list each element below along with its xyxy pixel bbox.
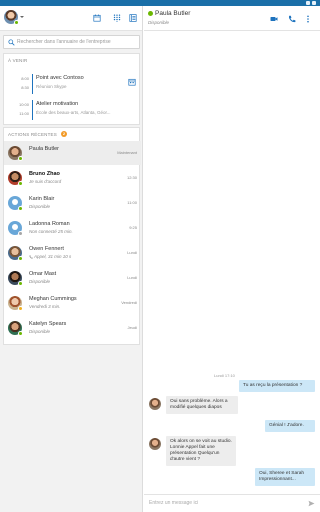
presence-dot <box>148 11 153 16</box>
meeting-end: 11:00 <box>19 111 29 116</box>
more-options-icon[interactable] <box>304 15 312 23</box>
message-incoming: Oui sans problème. Alors a modifié quelq… <box>166 396 238 414</box>
contact-row[interactable]: Paula Butler Maintenant <box>4 141 141 165</box>
meeting-start: 10:00 <box>18 102 29 107</box>
presence-dot <box>18 206 23 211</box>
contact-row[interactable]: Omar Mast Disponible Lundi <box>4 266 141 290</box>
meeting-item[interactable]: 8:00 8:30 Point avec Contoso Réunion Sky… <box>4 72 141 96</box>
directory-search[interactable]: Rechercher dans l'annuaire de l'entrepri… <box>3 35 140 49</box>
search-icon <box>8 39 15 46</box>
contact-subtitle: Disponible <box>29 329 51 334</box>
contact-name: Meghan Cummings <box>29 296 77 302</box>
upcoming-card: À VENIR 8:00 8:30 Point avec Contoso Réu… <box>3 53 140 125</box>
contact-name: Ladonna Roman <box>29 221 70 227</box>
left-pane: Rechercher dans l'annuaire de l'entrepri… <box>0 6 143 512</box>
presence-dot <box>18 331 23 336</box>
recent-activity-card: ACTIONS RÉCENTES 2 Paula Butler Maintena… <box>3 127 141 345</box>
contact-name: Paula Butler <box>29 146 59 152</box>
battery-icon <box>312 1 316 5</box>
contact-name: Katelyn Spears <box>29 321 67 327</box>
message-outgoing: Tu as reçu la présentation ? <box>239 380 315 392</box>
contact-subtitle: Disponible <box>29 279 51 284</box>
meeting-times: 10:00 11:00 <box>9 100 29 118</box>
phone-call-icon[interactable] <box>288 15 296 23</box>
contact-row[interactable]: Bruno Zhao Je suis d'accord 12:30 <box>4 166 141 190</box>
contact-time: Lundi <box>127 250 137 255</box>
message-outgoing: Génial ! J'adore. <box>265 420 315 432</box>
contact-row[interactable]: Ladonna Roman Non connecté 25 min. 9:25 <box>4 216 141 240</box>
contact-name: Bruno Zhao <box>29 171 60 177</box>
calendar-icon[interactable] <box>93 14 101 22</box>
meeting-subtitle: Réunion Skype <box>36 84 67 89</box>
meeting-end: 8:30 <box>21 85 29 90</box>
wifi-icon <box>306 1 310 5</box>
contact-name: Omar Mast <box>29 271 57 277</box>
contact-time: 12:30 <box>126 175 137 180</box>
message-input[interactable]: Entrez un message ici <box>149 500 198 506</box>
presence-dot <box>18 306 23 311</box>
left-header <box>0 6 142 31</box>
meeting-times: 8:00 8:30 <box>9 74 29 92</box>
presence-dot <box>18 256 23 261</box>
compose-bar: Entrez un message ici <box>144 494 320 512</box>
message-list: Lundi 17:10 Tu as reçu la présentation ?… <box>144 32 320 494</box>
phone-icon <box>29 254 33 259</box>
contacts-icon[interactable] <box>129 14 137 22</box>
meeting-title: Atelier motivation <box>36 101 79 107</box>
contact-row[interactable]: Karin Blair Disponible 11:00 <box>4 191 141 215</box>
section-title-recent: ACTIONS RÉCENTES <box>8 132 57 137</box>
contact-time: Vendredi <box>121 300 137 305</box>
contact-name: Owen Fennert <box>29 246 64 252</box>
contact-time: Jeudi <box>127 325 137 330</box>
dialpad-icon[interactable] <box>113 14 121 22</box>
sender-avatar <box>149 438 161 450</box>
contact-time: 9:25 <box>129 225 137 230</box>
meeting-title: Point avec Contoso <box>36 75 84 81</box>
contact-time: 11:00 <box>127 200 137 205</box>
recent-title-row: ACTIONS RÉCENTES 2 <box>4 128 139 138</box>
conversation-contact-name[interactable]: Paula Butler <box>155 10 190 17</box>
section-title-upcoming: À VENIR <box>8 58 28 63</box>
meeting-start: 8:00 <box>21 76 29 81</box>
calendar-icon[interactable] <box>128 78 136 86</box>
contact-row[interactable]: Owen Fennert Appel, 31 min 10 s Lundi <box>4 241 141 265</box>
chevron-down-icon[interactable] <box>20 16 24 18</box>
contact-row[interactable]: Meghan Cummings Vendredi 3 min. Vendredi <box>4 291 141 315</box>
contact-subtitle: Appel, 31 min 10 s <box>29 254 71 259</box>
presence-dot <box>18 231 23 236</box>
video-call-icon[interactable] <box>270 15 278 23</box>
presence-dot <box>18 281 23 286</box>
contact-subtitle: Disponible <box>29 204 51 209</box>
presence-dot <box>18 181 23 186</box>
contact-row[interactable]: Katelyn Spears Disponible Jeudi <box>4 316 141 340</box>
message-outgoing: Oui, Sheree et Sarah Impressionnant... <box>255 468 315 486</box>
day-separator: Lundi 17:10 <box>214 373 235 378</box>
conversation-header: Paula Butler Disponible <box>144 6 320 31</box>
sender-avatar <box>149 398 161 410</box>
unread-badge: 2 <box>61 131 67 137</box>
presence-dot <box>18 156 23 161</box>
conversation-pane: Paula Butler Disponible Lundi 17:10 Tu a… <box>144 6 320 512</box>
contact-subtitle: Non connecté 25 min. <box>29 229 73 234</box>
search-input[interactable]: Rechercher dans l'annuaire de l'entrepri… <box>17 39 111 45</box>
contact-time: Maintenant <box>117 150 137 155</box>
conversation-contact-status: Disponible <box>148 20 170 25</box>
contact-subtitle: Je suis d'accord <box>29 179 62 184</box>
contact-subtitle-text: Appel, 31 min 10 s <box>34 254 72 259</box>
meeting-item[interactable]: 10:00 11:00 Atelier motivation École des… <box>4 98 141 122</box>
contact-time: Lundi <box>127 275 137 280</box>
send-icon[interactable] <box>308 500 315 507</box>
contact-name: Karin Blair <box>29 196 55 202</box>
meeting-bar <box>32 74 33 94</box>
meeting-subtitle: École des beaux-arts, Atlanta, Géor... <box>36 110 111 115</box>
contact-subtitle: Vendredi 3 min. <box>29 304 61 309</box>
meeting-bar <box>32 100 33 120</box>
message-incoming: Ok alors on se voit au studio. Lonnie Ap… <box>166 436 236 466</box>
my-presence-dot <box>14 20 19 25</box>
